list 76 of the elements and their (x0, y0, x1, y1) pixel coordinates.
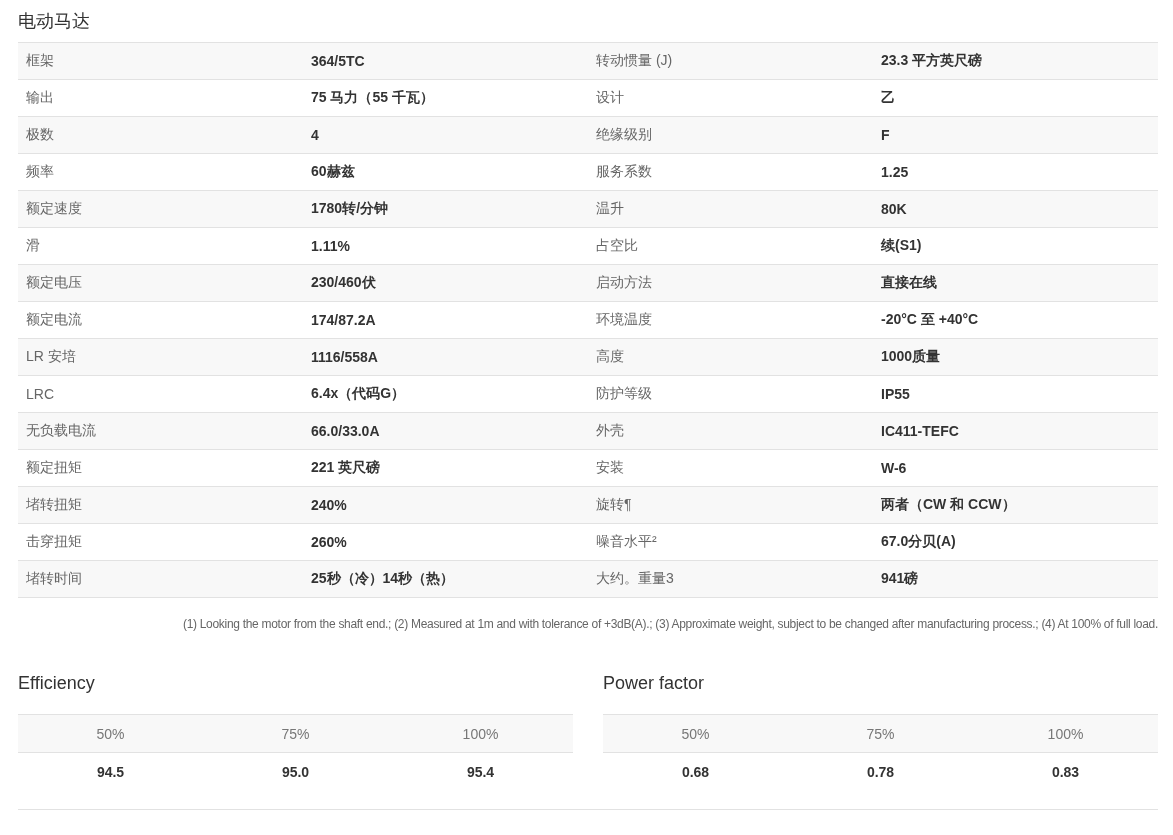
table-cell-text: 堵转时间 (25, 570, 83, 588)
table-cell-text: 364/5TC (310, 53, 366, 69)
table-cell-text: 旋转¶ (595, 496, 633, 514)
table-cell-text: 4 (310, 127, 320, 143)
table-cell-text: 66.0/33.0A (310, 423, 381, 439)
section-title: 电动马达 (18, 10, 91, 33)
table-cell-text: 启动方法 (595, 274, 653, 292)
column-header: 75% (866, 725, 895, 742)
table-cell-text: 174/87.2A (310, 312, 377, 328)
table-cell-text: 23.3 平方英尺磅 (880, 52, 984, 70)
table-cell-text: 防护等级 (595, 385, 653, 403)
column-header: 50% (681, 725, 710, 742)
table-cell-text: W-6 (880, 460, 908, 476)
table-cell-text: 221 英尺磅 (310, 459, 382, 477)
table-cell-text: 乙 (880, 89, 896, 107)
table-cell-text: 两者（CW 和 CCW） (880, 496, 1017, 514)
table-cell-text: 60赫兹 (310, 163, 356, 181)
table-cell-text: 设计 (595, 89, 625, 107)
table-cell-text: 绝缘级别 (595, 126, 653, 144)
table-cell-text: 240% (310, 497, 348, 513)
table-cell-text: 1.11% (310, 238, 351, 254)
table-cell-text: 1780转/分钟 (310, 200, 390, 218)
table-cell-text: 1.25 (880, 164, 910, 180)
column-header: 100% (462, 725, 499, 742)
table-cell-text: 25秒（冷）14秒（热） (310, 570, 456, 588)
table-cell: 94.5 (96, 763, 125, 780)
table-cell-text: 堵转扭矩 (25, 496, 83, 514)
table-cell-text: 额定电流 (25, 311, 83, 329)
table-cell-text: 1000质量 (880, 348, 942, 366)
table-cell-text: 230/460伏 (310, 274, 377, 292)
table-cell-text: 转动惯量 (J) (595, 52, 674, 70)
table-cell-text: 直接在线 (880, 274, 938, 292)
table-cell: 0.68 (681, 763, 710, 780)
table-cell-text: 安装 (595, 459, 625, 477)
table-cell-text: 75 马力（55 千瓦） (310, 89, 435, 107)
table-cell-text: 无负载电流 (25, 422, 97, 440)
table-cell-text: F (880, 127, 891, 143)
table-cell: 0.78 (866, 763, 895, 780)
table-cell-text: 6.4x（代码G） (310, 385, 407, 403)
table-cell-text: 滑 (25, 237, 41, 255)
footnote-text: (1) Looking the motor from the shaft end.; (2) Measured at 1m and with tolerance of +3dB(A).; (3) Approximate weight, subject to be changed after manufacturing process.; (4) At 100% of full load. (181, 616, 1158, 633)
table-cell-text: LR 安培 (25, 348, 77, 366)
table-cell-text: 温升 (595, 200, 625, 218)
column-header: 50% (96, 725, 125, 742)
table-cell-text: 外壳 (595, 422, 625, 440)
table-cell-text: 环境温度 (595, 311, 653, 329)
table-cell-text: 额定电压 (25, 274, 83, 292)
table-title: Efficiency (18, 673, 96, 694)
table-cell-text: 频率 (25, 163, 55, 181)
table-title: Power factor (603, 673, 706, 694)
table-cell-text: 大约。重量3 (595, 570, 675, 588)
table-cell-text: 额定扭矩 (25, 459, 83, 477)
table-cell-text: IP55 (880, 386, 911, 402)
table-cell-text: 噪音水平² (595, 533, 658, 551)
table-cell-text: 额定速度 (25, 200, 83, 218)
table-cell-text: 941磅 (880, 570, 920, 588)
table-cell-text: 67.0分贝(A) (880, 533, 957, 551)
table-cell-text: 续(S1) (880, 237, 923, 255)
table-cell-text: 极数 (25, 126, 55, 144)
table-cell-text: -20°C 至 +40°C (880, 311, 980, 329)
table-cell-text: 输出 (25, 89, 55, 107)
table-cell-text: 服务系数 (595, 163, 653, 181)
table-cell: 95.4 (466, 763, 495, 780)
table-cell-text: 260% (310, 534, 348, 550)
table-cell-text: 80K (880, 201, 908, 217)
column-header: 100% (1047, 725, 1084, 742)
table-cell-text: IC411-TEFC (880, 423, 960, 439)
table-cell-text: LRC (25, 386, 55, 402)
table-cell: 0.83 (1051, 763, 1080, 780)
table-cell-text: 高度 (595, 348, 625, 366)
column-header: 75% (281, 725, 310, 742)
table-cell: 95.0 (281, 763, 310, 780)
table-cell-text: 框架 (25, 52, 55, 70)
table-cell-text: 占空比 (595, 237, 639, 255)
table-cell-text: 1116/558A (310, 349, 379, 365)
table-cell-text: 击穿扭矩 (25, 533, 83, 551)
